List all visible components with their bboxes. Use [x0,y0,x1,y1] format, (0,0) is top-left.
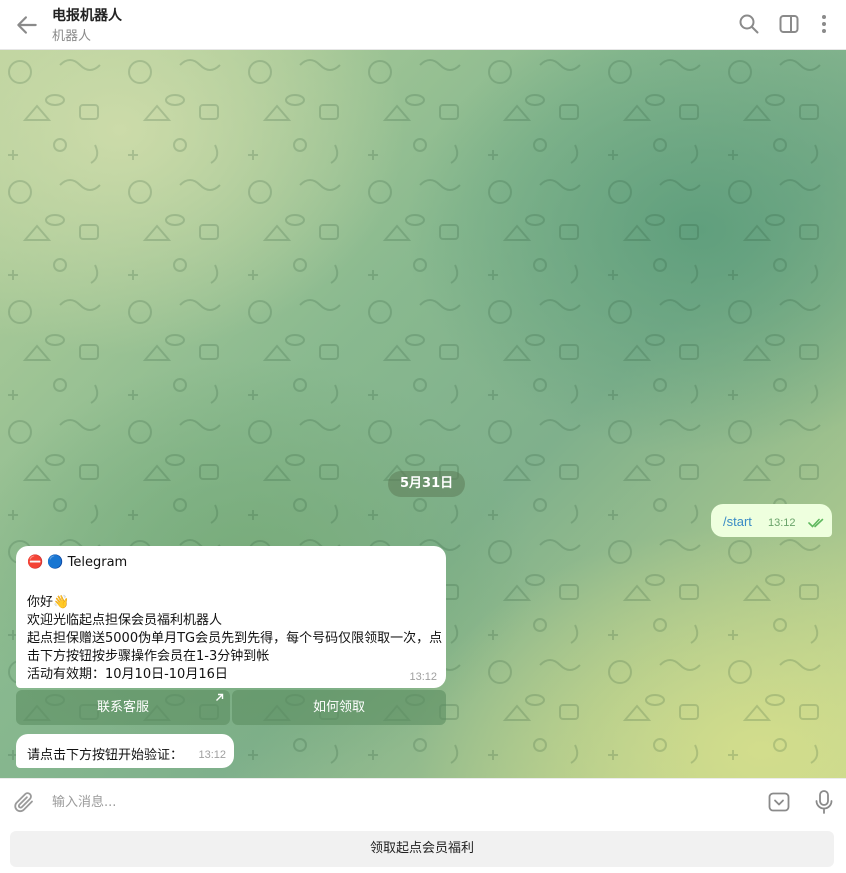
external-link-icon [216,693,224,701]
back-arrow-icon[interactable] [14,12,40,38]
chat-header: 电报机器人 机器人 [0,0,846,50]
chat-area: 5月31日 /start 13:12 ⛔ 🔵 Telegram 你好👋 欢迎光临… [0,50,846,778]
chat-title[interactable]: 电报机器人 [52,5,122,25]
sidebar-toggle-icon[interactable] [777,12,801,36]
message-time: 13:12 [198,749,226,761]
attach-icon[interactable] [12,790,36,814]
keyboard-icon[interactable] [767,790,791,814]
message-line: 击下方按钮按步骤操作会员在1-3分钟到帐 [27,649,270,664]
message-line: 起点担保赠送5000伪单月TG会员先到先得，每个号码仅限领取一次，点 [27,631,443,646]
incoming-message: ⛔ 🔵 Telegram 你好👋 欢迎光临起点担保会员福利机器人 起点担保赠送5… [16,546,446,688]
message-line: 活动有效期：10月10日-10月16日 [27,667,228,682]
command-link[interactable]: /start [723,514,752,529]
more-vertical-icon[interactable] [812,12,836,36]
contact-support-button[interactable]: 联系客服 [16,690,230,725]
outgoing-message: /start 13:12 [711,504,832,537]
chat-subtitle: 机器人 [52,29,92,44]
message-time: 13:12 [409,671,437,683]
message-header-line: ⛔ 🔵 Telegram [27,555,128,570]
composer [0,778,846,824]
incoming-message: 请点击下方按钮开始验证： 13:12 [16,734,234,768]
microphone-icon[interactable] [812,789,836,815]
reply-keyboard: 领取起点会员福利 [0,824,846,873]
message-input[interactable] [52,789,742,815]
message-time: 13:12 [768,517,796,529]
double-check-icon [808,518,824,528]
claim-benefits-button[interactable]: 领取起点会员福利 [10,831,834,867]
message-text: 请点击下方按钮开始验证： [27,748,184,763]
button-label: 如何领取 [312,700,365,715]
message-line: 你好👋 [27,595,70,610]
message-line: 欢迎光临起点担保会员福利机器人 [27,613,223,628]
button-label: 联系客服 [96,700,149,715]
search-icon[interactable] [737,12,761,36]
how-to-claim-button[interactable]: 如何领取 [232,690,446,725]
date-separator: 5月31日 [388,471,466,497]
